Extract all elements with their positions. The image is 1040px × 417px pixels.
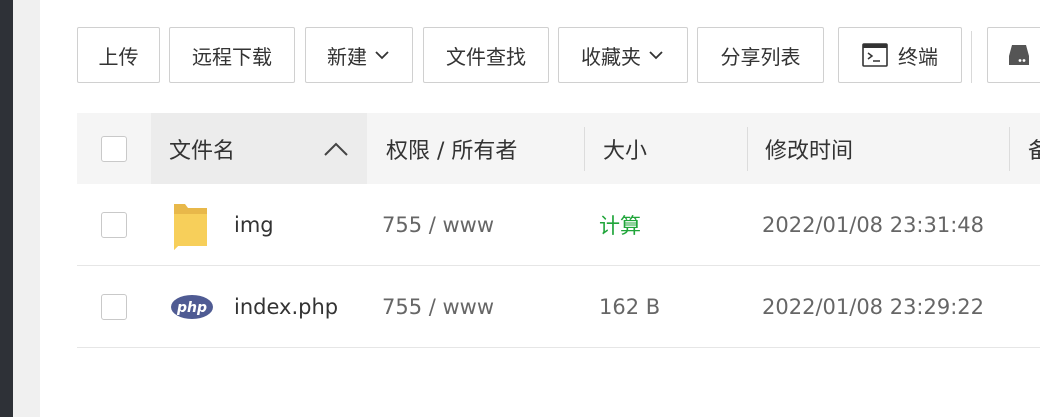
file-name-text: index.php	[234, 295, 339, 319]
column-divider	[584, 127, 585, 171]
file-name[interactable]: img	[234, 184, 274, 266]
share-list-button[interactable]: 分享列表	[697, 27, 824, 83]
select-all-checkbox[interactable]	[101, 136, 127, 162]
column-divider	[747, 127, 748, 171]
share-list-label: 分享列表	[720, 44, 801, 69]
new-button[interactable]: 新建	[305, 27, 413, 83]
php-file-icon: php	[171, 295, 213, 319]
new-label: 新建	[327, 44, 367, 69]
terminal-button[interactable]: 终端	[838, 27, 962, 83]
table-row[interactable]: php index.php 755 / www 162 B 2022/01/08…	[77, 266, 1040, 348]
upload-label: 上传	[98, 44, 139, 69]
terminal-label: 终端	[898, 44, 938, 69]
header-size[interactable]: 大小	[603, 113, 647, 184]
header-modified-label: 修改时间	[765, 138, 854, 164]
file-name-text: img	[234, 213, 274, 237]
svg-text:php: php	[176, 300, 207, 316]
file-name[interactable]: index.php	[234, 266, 338, 348]
php-icon-cell: php	[170, 266, 214, 348]
file-modified-text: 2022/01/08 23:31:48	[762, 213, 985, 237]
header-permission-label: 权限 / 所有者	[386, 138, 518, 164]
remote-download-label: 远程下载	[192, 44, 272, 69]
chevron-down-icon	[375, 51, 389, 60]
disk-button[interactable]	[987, 27, 1040, 83]
header-modified[interactable]: 修改时间	[765, 113, 853, 184]
calculate-size-text: 计算	[599, 214, 641, 238]
table-header: 文件名 权限 / 所有者 大小 修改时间 备	[77, 113, 1040, 184]
calculate-size-link[interactable]: 计算	[599, 184, 641, 266]
column-divider	[1009, 127, 1010, 171]
file-permission-text: 755 / www	[382, 213, 495, 237]
header-note[interactable]: 备	[1028, 113, 1040, 184]
file-permission[interactable]: 755 / www	[382, 184, 494, 266]
terminal-icon	[862, 43, 888, 67]
table-row[interactable]: img 755 / www 计算 2022/01/08 23:31:48	[77, 184, 1040, 266]
header-name-label: 文件名	[169, 138, 236, 164]
favorites-label: 收藏夹	[581, 44, 641, 69]
file-search-label: 文件查找	[446, 44, 526, 69]
remote-download-button[interactable]: 远程下载	[169, 27, 295, 83]
upload-button[interactable]: 上传	[77, 27, 160, 83]
header-name[interactable]: 文件名	[151, 113, 367, 184]
file-modified-time: 2022/01/08 23:29:22	[762, 266, 984, 348]
folder-icon-cell	[171, 184, 211, 266]
file-permission[interactable]: 755 / www	[382, 266, 494, 348]
file-modified-text: 2022/01/08 23:29:22	[762, 295, 985, 319]
hard-drive-icon	[1009, 45, 1029, 65]
folder-icon	[174, 204, 207, 250]
file-size-text: 162 B	[599, 295, 661, 319]
sort-ascending-icon	[324, 142, 348, 156]
header-size-label: 大小	[603, 138, 648, 164]
file-permission-text: 755 / www	[382, 295, 495, 319]
toolbar-divider	[971, 31, 972, 83]
file-search-button[interactable]: 文件查找	[423, 27, 549, 83]
file-modified-time: 2022/01/08 23:31:48	[762, 184, 984, 266]
chevron-down-icon	[649, 51, 663, 60]
sidebar-gutter	[13, 0, 40, 417]
row-checkbox[interactable]	[101, 212, 127, 238]
sidebar-edge	[0, 0, 13, 417]
header-permission[interactable]: 权限 / 所有者	[386, 113, 517, 184]
file-size: 162 B	[599, 266, 660, 348]
header-note-label: 备	[1028, 138, 1040, 164]
row-checkbox[interactable]	[101, 294, 127, 320]
favorites-button[interactable]: 收藏夹	[558, 27, 688, 83]
